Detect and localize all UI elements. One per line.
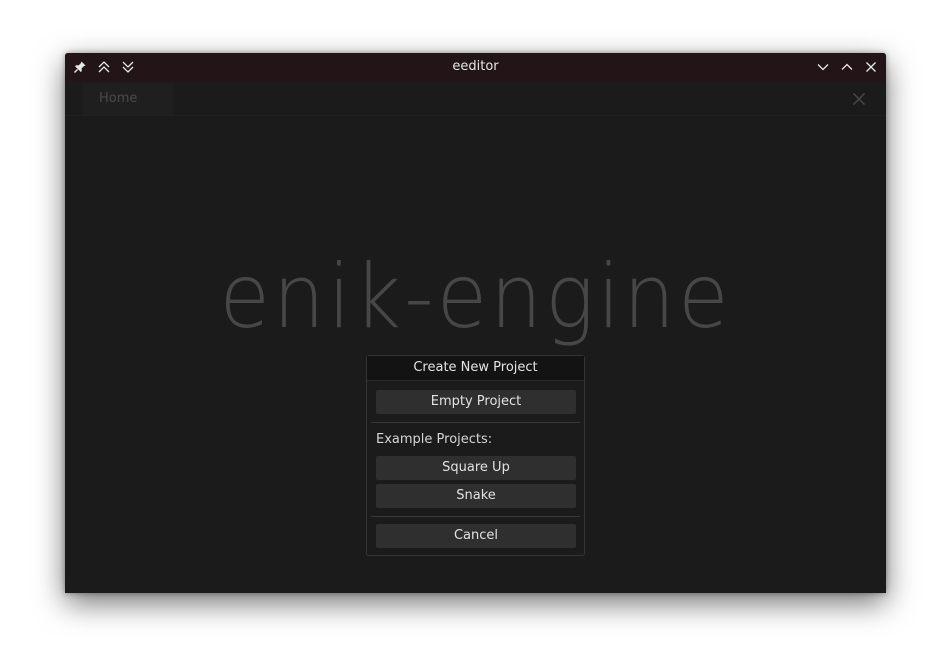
example-projects-label: Example Projects:	[376, 432, 493, 447]
cancel-button[interactable]: Cancel	[376, 524, 576, 548]
pin-icon[interactable]	[72, 59, 88, 75]
separator	[371, 516, 580, 517]
empty-project-button[interactable]: Empty Project	[376, 390, 576, 414]
keep-above-icon[interactable]	[96, 59, 112, 75]
maximize-icon[interactable]	[839, 59, 855, 75]
separator	[371, 422, 580, 423]
engine-logo-text: enik-engine	[219, 246, 732, 349]
keep-below-icon[interactable]	[120, 59, 136, 75]
close-icon[interactable]	[863, 59, 879, 75]
square-up-button[interactable]: Square Up	[376, 456, 576, 480]
tab-bar: Home	[65, 81, 886, 116]
title-bar[interactable]: eeditor	[65, 53, 886, 81]
snake-button[interactable]: Snake	[376, 484, 576, 508]
editor-window: eeditor Home enik-engine Create New Proj…	[65, 53, 886, 593]
minimize-icon[interactable]	[815, 59, 831, 75]
tab-home[interactable]: Home	[83, 83, 173, 115]
tab-close-icon[interactable]	[852, 91, 866, 105]
window-title: eeditor	[452, 59, 499, 74]
dialog-title: Create New Project	[367, 356, 584, 381]
create-project-dialog: Create New Project Empty Project Example…	[366, 355, 585, 556]
